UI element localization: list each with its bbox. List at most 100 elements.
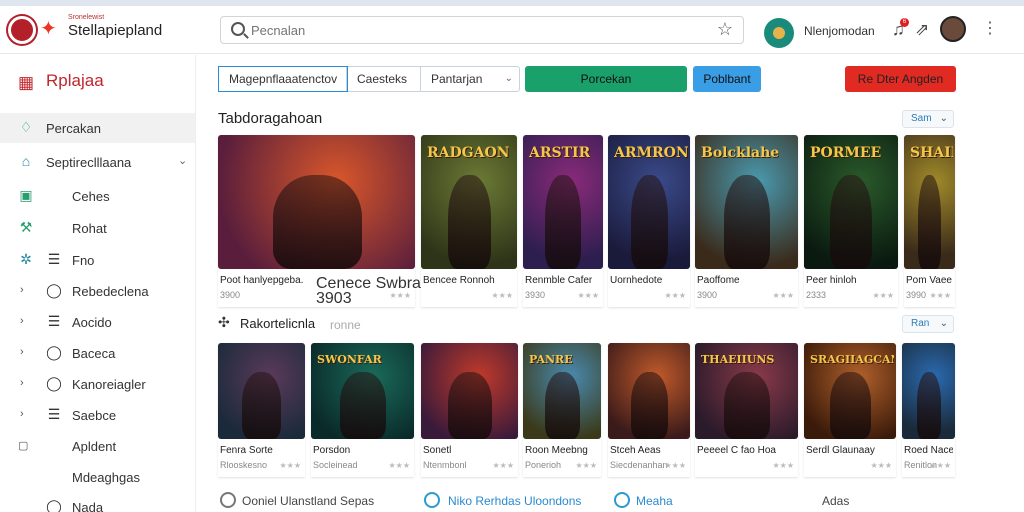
game-card[interactable]: SWONFAR Porsdon Socleinead ★★★	[311, 343, 414, 477]
game-card[interactable]: SHAIR Pom Vaee 3990★★★	[904, 135, 955, 307]
game-cover-image[interactable]	[902, 343, 955, 439]
sidebar-item-0[interactable]: ♢ Percakan	[0, 113, 195, 143]
chevron-down-icon[interactable]: ⌄	[178, 154, 187, 167]
game-name[interactable]: Stceh Aeas	[610, 445, 661, 456]
game-name[interactable]: Uornhedote	[610, 275, 662, 286]
sidebar-item-10[interactable]: ▢ Apldent	[0, 431, 195, 461]
game-name[interactable]: Roed Nace	[904, 445, 953, 456]
sidebar-item-11[interactable]: Mdeaghgas	[0, 462, 195, 492]
game-cover-image[interactable]: Bolcklahe	[695, 135, 798, 269]
game-name[interactable]: Porsdon	[313, 445, 350, 456]
profile-avatar[interactable]	[764, 18, 794, 48]
game-name[interactable]: Serdl Glaunaay	[806, 445, 875, 456]
game-art-title: PORMEE	[810, 145, 882, 161]
user-avatar[interactable]	[940, 16, 966, 42]
character-figure	[918, 175, 941, 269]
bottom-link-2[interactable]: Meaha	[636, 494, 673, 508]
bottom-link-1[interactable]: Niko Rerhdas Uloondons	[448, 494, 581, 508]
blue-action-button[interactable]: Poblbant	[693, 66, 761, 92]
game-name[interactable]: Sonetl	[423, 445, 451, 456]
chevron-down-icon: ⌄	[939, 113, 948, 124]
game-name[interactable]: Peer hinloh	[806, 275, 857, 286]
search-input[interactable]	[251, 21, 711, 39]
sidebar-item-12[interactable]: ◯ Nada	[0, 492, 195, 512]
search-bar[interactable]: ☆	[220, 16, 744, 44]
sidebar-item-2[interactable]: ▣ Cehes	[0, 181, 195, 211]
app-logo[interactable]	[8, 16, 36, 44]
game-cover-image[interactable]	[608, 343, 690, 439]
game-art-title: ARSTIR	[529, 145, 591, 161]
game-card[interactable]: PORMEE Peer hinloh 2333 ★★★	[804, 135, 898, 307]
sidebar-item-7[interactable]: › ◯ Baceca	[0, 338, 195, 368]
game-name[interactable]: Roon Meebng	[525, 445, 588, 456]
chevron-right-icon[interactable]: ›	[20, 377, 24, 389]
sidebar-item-label: Aocido	[72, 315, 112, 330]
game-cover-image[interactable]	[218, 135, 415, 269]
chevron-right-icon[interactable]: ›	[20, 346, 24, 358]
bottom-link-0[interactable]: Ooniel Ulanstland Sepas	[242, 494, 374, 508]
tab-1[interactable]: Caesteks	[347, 67, 421, 91]
game-card[interactable]: THAEIIUNS Peeeel C fao Hoa ★★★	[695, 343, 798, 477]
game-cover-image[interactable]: RADGAON	[421, 135, 517, 269]
sort-dropdown-2[interactable]: Ran ⌄	[902, 315, 954, 333]
sidebar-item-label: Rohat	[72, 221, 107, 236]
game-cover-image[interactable]: THAEIIUNS	[695, 343, 798, 439]
sidebar-item-5[interactable]: › ◯ Rebedeclena	[0, 276, 195, 306]
game-name[interactable]: Fenra Sorte	[220, 445, 273, 456]
rating-stars-icon: ★★★	[664, 291, 686, 300]
sidebar-item-9[interactable]: › ☰ Saebce	[0, 400, 195, 430]
game-card[interactable]: Fenra Sorte Rlooskesno ★★★	[218, 343, 305, 477]
sidebar-item-8[interactable]: › ◯ Kanoreiagler	[0, 369, 195, 399]
chevron-right-icon[interactable]: ›	[20, 315, 24, 327]
chevron-down-icon: ⌄	[504, 73, 513, 84]
bottom-link-icon	[424, 492, 440, 508]
share-icon[interactable]: ⇗	[915, 20, 929, 40]
chevron-right-icon[interactable]: ›	[20, 284, 24, 296]
game-card[interactable]: SRAGIIAGCAN Serdl Glaunaay ★★★	[804, 343, 896, 477]
red-action-button[interactable]: Re Dter Angden	[845, 66, 956, 92]
game-cover-image[interactable]: ARSTIR	[523, 135, 603, 269]
game-card[interactable]: ARMRON Uornhedote ★★★	[608, 135, 690, 307]
game-cover-image[interactable]	[218, 343, 305, 439]
bottom-link-3[interactable]: Adas	[822, 494, 849, 508]
game-card[interactable]: Sonetl Ntenmbonl ★★★	[421, 343, 518, 477]
chevron-right-icon[interactable]: ›	[20, 408, 24, 420]
game-card[interactable]: Roed Nace Renitlon ★★★	[902, 343, 955, 477]
sidebar-item-1[interactable]: ⌂ Septireclllaana ⌄	[0, 147, 195, 177]
game-cover-image[interactable]: SWONFAR	[311, 343, 414, 439]
game-name[interactable]: Pom Vaee	[906, 275, 952, 286]
star-icon[interactable]: ☆	[717, 19, 733, 40]
game-card[interactable]: RADGAON Bencee Ronnoh ★★★	[421, 135, 517, 307]
game-cover-image[interactable]: PANRE	[523, 343, 601, 439]
game-name[interactable]: Poot hanlyepgeba.	[220, 275, 303, 286]
game-card[interactable]: Stceh Aeas Siecdenanhan ★★★	[608, 343, 690, 477]
game-name[interactable]: Paoffome	[697, 275, 740, 286]
green-action-button[interactable]: Porcekan	[525, 66, 687, 92]
more-menu-icon[interactable]: ⋮	[982, 18, 998, 38]
game-cover-image[interactable]: SHAIR	[904, 135, 955, 269]
game-meta: 3990	[906, 290, 927, 300]
game-cover-image[interactable]	[421, 343, 518, 439]
sidebar: ▦ Rplajaa ♢ Percakan ⌂ Septireclllaana ⌄…	[0, 55, 196, 512]
sort-dropdown[interactable]: Sam ⌄	[902, 110, 954, 128]
tab-2-dropdown[interactable]: Pantarjan ⌄	[421, 67, 519, 91]
sidebar-item-6[interactable]: › ☰ Aocido	[0, 307, 195, 337]
sidebar-item-3[interactable]: ⚒ Rohat	[0, 213, 195, 243]
game-name[interactable]: Renmble Cafer	[525, 275, 592, 286]
game-card[interactable]: ARSTIR Renmble Cafer 3930 ★★★	[523, 135, 603, 307]
tab-0[interactable]: Magepnflaaatenctov	[218, 66, 348, 92]
sidebar-item-4[interactable]: ✲ ☰ Fno	[0, 245, 195, 275]
game-cover-image[interactable]: ARMRON	[608, 135, 690, 269]
character-figure	[830, 372, 871, 439]
game-card[interactable]: Bolcklahe Paoffome 3900 ★★★	[695, 135, 798, 307]
game-name[interactable]: Bencee Ronnoh	[423, 275, 495, 286]
chat-icon: ◯	[46, 282, 62, 298]
game-card[interactable]: PANRE Roon Meebng Ponerioh ★★★	[523, 343, 601, 477]
game-meta: 3930	[525, 290, 546, 300]
app-name-small: Sronelewist	[68, 14, 105, 21]
user-name[interactable]: Nlenjomodan	[804, 24, 875, 38]
game-name[interactable]: Peeeel C fao Hoa	[697, 445, 776, 456]
game-cover-image[interactable]: PORMEE	[804, 135, 898, 269]
section2-title: Rakortelicnla	[240, 316, 316, 331]
game-cover-image[interactable]: SRAGIIAGCAN	[804, 343, 896, 439]
